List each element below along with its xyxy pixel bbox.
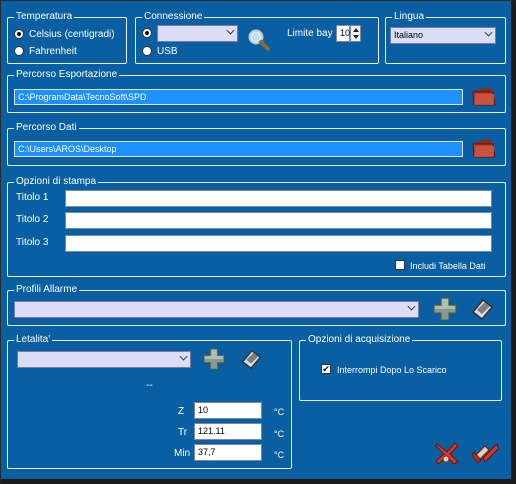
- titolo3-input[interactable]: [65, 235, 492, 252]
- tr-unit: °C: [274, 429, 285, 439]
- fahrenheit-label: Fahrenheit: [29, 46, 77, 57]
- search-icon[interactable]: [247, 28, 271, 52]
- dati-path[interactable]: C:\Users\AROS\Desktop: [14, 141, 463, 157]
- includi-tabella-label: Includi Tabella Dati: [410, 261, 486, 271]
- lingua-selected: Italiano: [394, 30, 424, 40]
- limite-bay-input[interactable]: 10: [336, 25, 350, 42]
- confirm-icon[interactable]: [471, 440, 499, 466]
- port-select[interactable]: [157, 25, 238, 42]
- z-unit: °C: [274, 407, 285, 417]
- letalita-title: Letalita': [14, 334, 53, 346]
- titolo1-label: Titolo 1: [16, 192, 49, 203]
- esportazione-title: Percorso Esportazione: [14, 69, 120, 81]
- esportazione-path[interactable]: C:\ProgramData\TecnoSoft\SPD: [14, 89, 463, 105]
- limite-bay-label: Limite bay: [287, 28, 333, 39]
- letalita-select[interactable]: [17, 351, 191, 368]
- interrompi-checkbox[interactable]: ✔: [321, 364, 331, 374]
- usb-radio[interactable]: [142, 46, 152, 56]
- celsius-radio[interactable]: [14, 29, 24, 39]
- z-label: Z: [178, 406, 185, 417]
- folder-icon[interactable]: [471, 137, 497, 159]
- titolo1-input[interactable]: [65, 190, 492, 207]
- chevron-down-icon: [179, 352, 188, 361]
- spin-down-icon[interactable]: [353, 35, 359, 39]
- celsius-label: Celsius (centigradi): [29, 29, 115, 40]
- spin-up-icon[interactable]: [353, 28, 359, 32]
- usb-label: USB: [157, 46, 178, 57]
- connessione-title: Connessione: [142, 11, 205, 23]
- titolo2-input[interactable]: [65, 212, 492, 229]
- eraser-icon[interactable]: [239, 347, 263, 371]
- titolo2-label: Titolo 2: [16, 214, 49, 225]
- acquisizione-title: Opzioni di acquisizione: [306, 334, 413, 346]
- titolo3-label: Titolo 3: [16, 237, 49, 248]
- dati-title: Percorso Dati: [14, 122, 79, 134]
- eraser-icon[interactable]: [469, 296, 495, 322]
- temperatura-title: Temperatura: [14, 11, 75, 23]
- z-input[interactable]: 10: [194, 402, 262, 419]
- lingua-title: Lingua: [392, 11, 427, 23]
- includi-tabella-checkbox[interactable]: [395, 260, 405, 270]
- min-input[interactable]: 37,7: [194, 444, 262, 461]
- connessione-port-radio[interactable]: [142, 28, 152, 38]
- chevron-down-icon: [226, 26, 235, 35]
- chevron-down-icon: [407, 302, 416, 311]
- interrompi-label: Interrompi Dopo Lo Scarico: [337, 365, 447, 375]
- fahrenheit-radio[interactable]: [14, 46, 24, 56]
- lingua-select[interactable]: Italiano: [390, 27, 496, 44]
- folder-icon[interactable]: [471, 85, 497, 107]
- add-icon[interactable]: [432, 296, 458, 322]
- allarme-select[interactable]: [14, 301, 419, 318]
- stampa-title: Opzioni di stampa: [14, 176, 99, 188]
- min-unit: °C: [274, 450, 285, 460]
- tr-label: Tr: [178, 427, 188, 438]
- letalita-dash: --: [146, 380, 153, 391]
- allarme-title: Profili Allarme: [14, 284, 80, 296]
- cancel-icon[interactable]: [434, 440, 460, 466]
- min-label: Min: [174, 448, 191, 459]
- tr-input[interactable]: 121.11: [194, 423, 262, 440]
- add-icon[interactable]: [202, 347, 226, 371]
- limite-bay-spinner[interactable]: [350, 25, 361, 42]
- chevron-down-icon: [484, 28, 493, 37]
